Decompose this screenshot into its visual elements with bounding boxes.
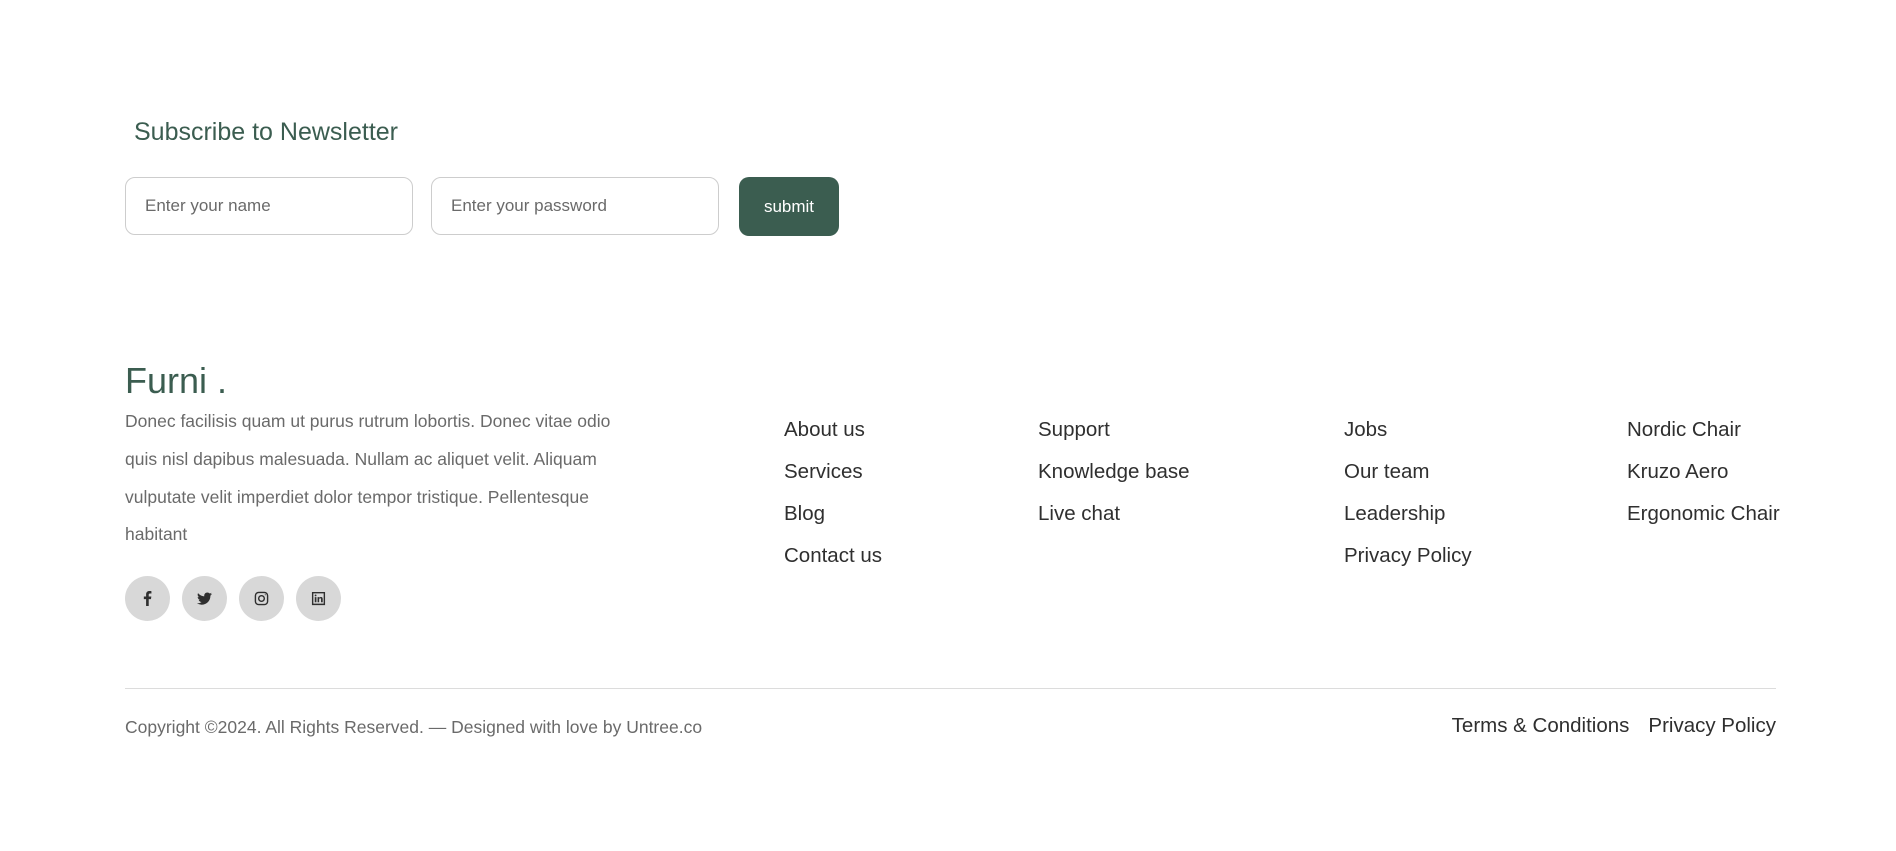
copyright-text: Copyright ©2024. All Rights Reserved. — …	[125, 717, 703, 737]
instagram-icon[interactable]	[239, 576, 284, 621]
footer-link-about[interactable]: About us	[784, 409, 882, 451]
footer-logo[interactable]: Furni .	[125, 359, 227, 403]
footer-link-our-team[interactable]: Our team	[1344, 451, 1472, 493]
page: Subscribe to Newsletter submit Furni . D…	[0, 0, 1896, 851]
privacy-policy-link[interactable]: Privacy Policy	[1648, 713, 1776, 739]
footer-divider	[125, 688, 1776, 689]
footer-link-knowledge-base[interactable]: Knowledge base	[1038, 451, 1190, 493]
name-input[interactable]	[125, 177, 413, 235]
submit-button[interactable]: submit	[739, 177, 839, 236]
footer-link-nordic-chair[interactable]: Nordic Chair	[1627, 409, 1780, 451]
footer-link-support[interactable]: Support	[1038, 409, 1190, 451]
terms-link[interactable]: Terms & Conditions	[1452, 713, 1630, 739]
footer-link-contact[interactable]: Contact us	[784, 535, 882, 577]
footer-link-live-chat[interactable]: Live chat	[1038, 493, 1190, 535]
footer-link-leadership[interactable]: Leadership	[1344, 493, 1472, 535]
facebook-icon[interactable]	[125, 576, 170, 621]
footer-link-kruzo-aero[interactable]: Kruzo Aero	[1627, 451, 1780, 493]
footer-link-ergonomic-chair[interactable]: Ergonomic Chair	[1627, 493, 1780, 535]
footer-link-jobs[interactable]: Jobs	[1344, 409, 1472, 451]
twitter-icon[interactable]	[182, 576, 227, 621]
footer-link-privacy-policy[interactable]: Privacy Policy	[1344, 535, 1472, 577]
footer-link-blog[interactable]: Blog	[784, 493, 882, 535]
legal-links: Terms & Conditions Privacy Policy	[1452, 713, 1776, 739]
footer-links-support: Support Knowledge base Live chat	[1038, 409, 1190, 535]
footer-links-careers: Jobs Our team Leadership Privacy Policy	[1344, 409, 1472, 577]
newsletter-title: Subscribe to Newsletter	[134, 118, 399, 146]
footer-links-company: About us Services Blog Contact us	[784, 409, 882, 577]
footer-links-products: Nordic Chair Kruzo Aero Ergonomic Chair	[1627, 409, 1780, 535]
password-input[interactable]	[431, 177, 719, 235]
footer-link-services[interactable]: Services	[784, 451, 882, 493]
social-links	[125, 576, 341, 621]
footer-description: Donec facilisis quam ut purus rutrum lob…	[125, 411, 611, 545]
linkedin-icon[interactable]	[296, 576, 341, 621]
